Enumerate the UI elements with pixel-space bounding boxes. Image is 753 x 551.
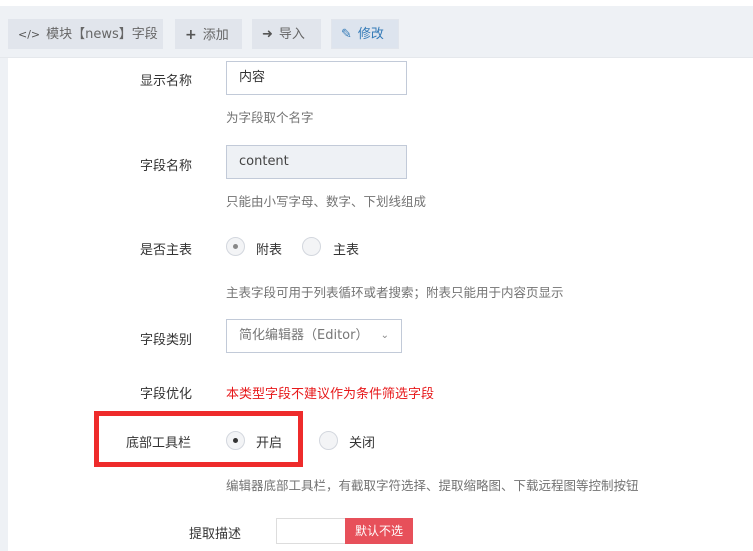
plus-icon: +	[185, 27, 197, 43]
toolbar: </> 模块【news】字段 + 添加 ➜ 导入 ✎ 修改	[0, 0, 753, 58]
main-table-help: 主表字段可用于列表循环或者搜索；附表只能用于内容页显示	[226, 285, 564, 300]
field-type-label: 字段类别	[140, 333, 193, 348]
chevron-down-icon: ⌄	[380, 330, 389, 341]
field-name-input[interactable]: content	[226, 145, 407, 179]
tab-module-fields-label: 模块【news】字段	[46, 27, 158, 42]
sign-in-icon: ➜	[262, 27, 273, 42]
radio-attached-table-label: 附表	[256, 243, 283, 258]
tab-import[interactable]: ➜ 导入	[252, 19, 321, 49]
radio-main-table[interactable]	[302, 237, 321, 256]
radio-enable-label: 开启	[256, 436, 283, 451]
radio-attached-table[interactable]	[226, 237, 245, 256]
top-strip	[0, 0, 753, 6]
display-name-help: 为字段取个名字	[226, 110, 314, 125]
field-name-label: 字段名称	[140, 159, 193, 174]
field-optimize-warning: 本类型字段不建议作为条件筛选字段	[226, 387, 435, 402]
toggle-off-label: 默认不选	[345, 518, 413, 544]
extract-desc-toggle[interactable]: 默认不选	[276, 518, 413, 544]
tab-edit-label: 修改	[357, 27, 384, 42]
tab-module-fields[interactable]: </> 模块【news】字段	[8, 19, 163, 49]
field-type-select[interactable]: 简化编辑器（Editor） ⌄	[226, 319, 402, 353]
radio-disable-label: 关闭	[349, 436, 376, 451]
code-icon: </>	[18, 28, 41, 41]
field-name-help: 只能由小写字母、数字、下划线组成	[226, 194, 427, 209]
radio-enable[interactable]	[226, 431, 245, 450]
radio-disable[interactable]	[319, 431, 338, 450]
display-name-input[interactable]: 内容	[226, 61, 407, 95]
display-name-label: 显示名称	[140, 74, 193, 89]
edit-icon: ✎	[341, 27, 352, 42]
extract-desc-label: 提取描述	[189, 527, 242, 542]
tab-edit[interactable]: ✎ 修改	[331, 19, 399, 49]
tab-add[interactable]: + 添加	[175, 19, 242, 49]
radio-main-table-label: 主表	[333, 243, 360, 258]
bottom-toolbar-help: 编辑器底部工具栏，有截取字符选择、提取缩略图、下载远程图等控制按钮	[226, 478, 639, 493]
tab-add-label: 添加	[202, 28, 229, 43]
field-type-value: 简化编辑器（Editor）	[239, 328, 369, 343]
field-optimize-label: 字段优化	[140, 387, 193, 402]
tab-import-label: 导入	[278, 27, 305, 42]
bottom-toolbar-label: 底部工具栏	[126, 436, 192, 451]
main-table-label: 是否主表	[140, 243, 193, 258]
left-edge	[0, 58, 8, 551]
